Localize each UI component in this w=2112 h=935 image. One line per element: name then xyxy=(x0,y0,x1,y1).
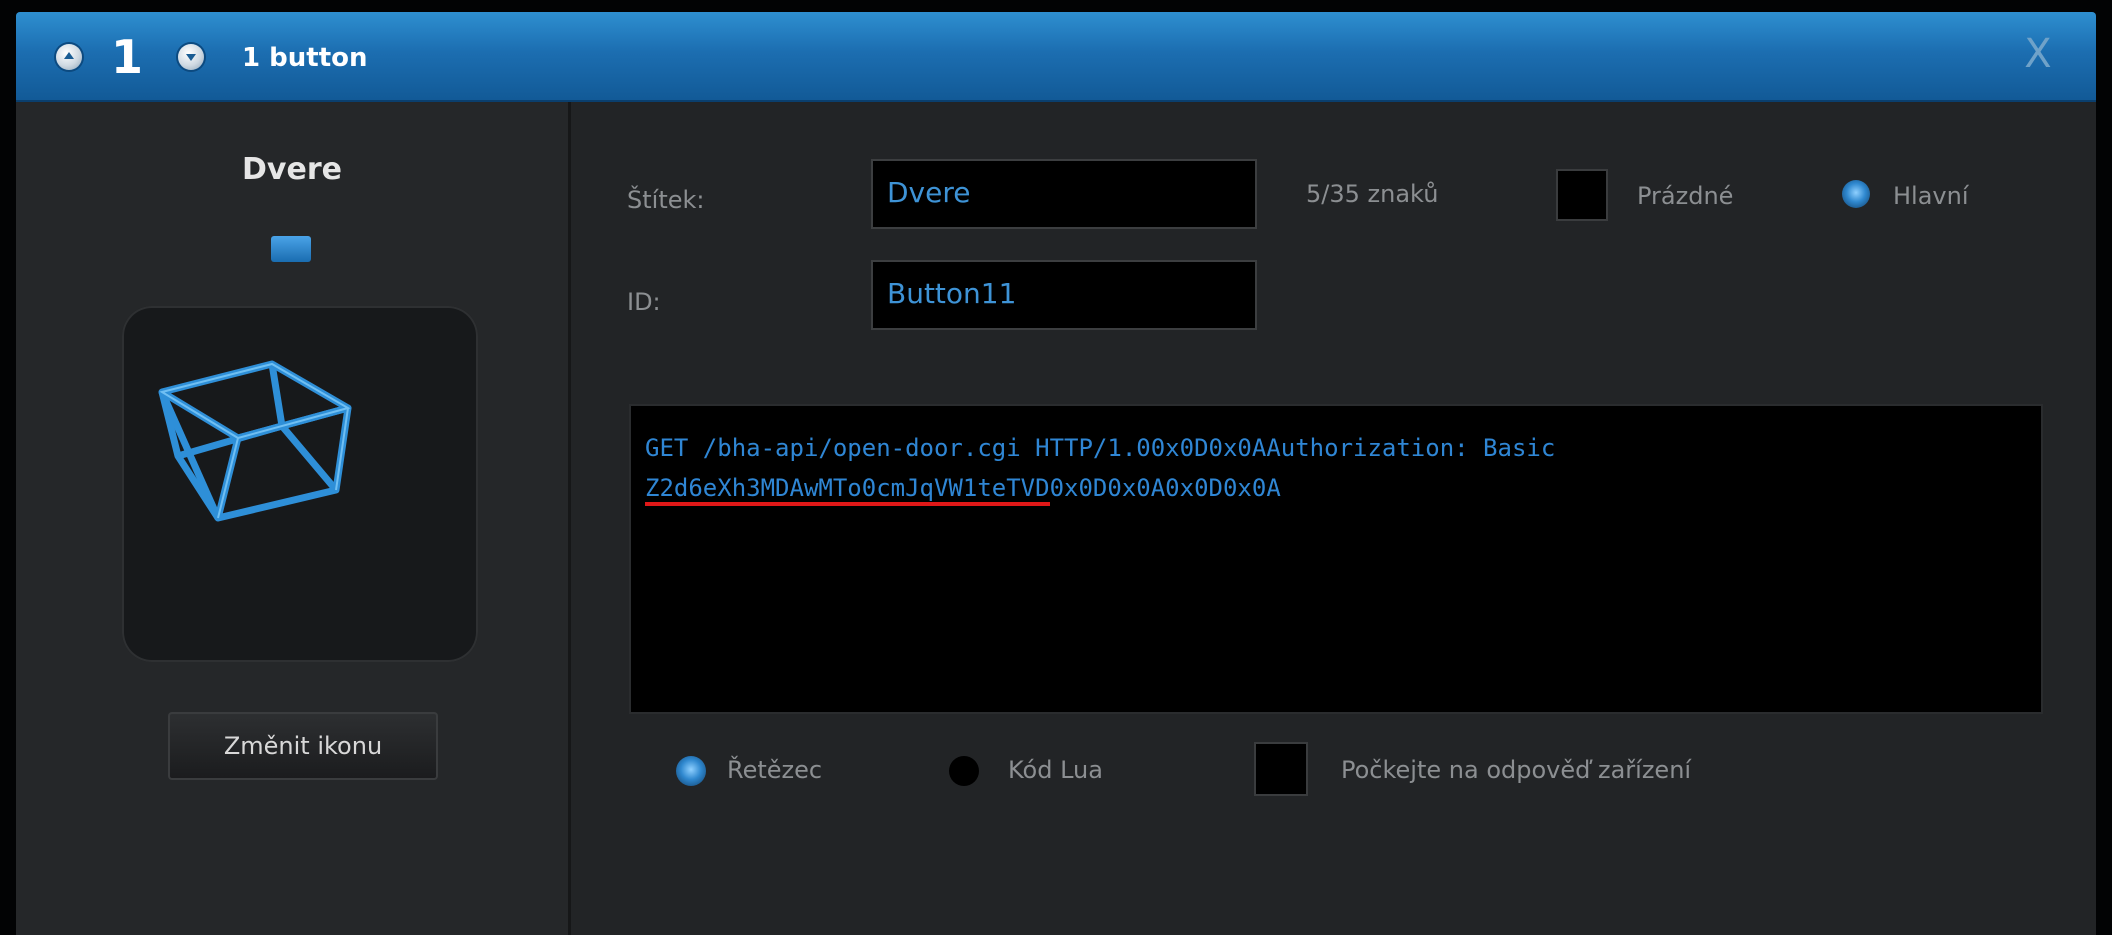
icon-preview xyxy=(122,306,478,662)
char-counter: 5/35 znaků xyxy=(1306,180,1439,208)
id-caption: ID: xyxy=(627,288,661,316)
arrow-up-icon[interactable] xyxy=(56,44,82,70)
cube-icon xyxy=(158,360,352,522)
button-index: 1 xyxy=(111,30,144,84)
auth-token-highlight: Z2d6eXh3MDAwMTo0cmJqVW1teTVD xyxy=(645,474,1050,506)
lua-mode-label: Kód Lua xyxy=(1008,756,1103,784)
label-caption: Štítek: xyxy=(627,186,705,214)
empty-checkbox[interactable] xyxy=(1556,169,1608,221)
id-input[interactable]: Button11 xyxy=(871,260,1257,330)
lua-mode-radio[interactable] xyxy=(949,756,979,786)
title-bar: 1 1 button X xyxy=(16,12,2096,102)
command-line: GET /bha-api/open-door.cgi HTTP/1.00x0D0… xyxy=(645,434,1556,462)
settings-panel: Štítek: Dvere 5/35 znaků Prázdné Hlavní … xyxy=(571,102,2096,935)
arrow-down-icon[interactable] xyxy=(178,44,204,70)
string-mode-radio[interactable] xyxy=(676,756,706,786)
window-title: 1 button xyxy=(242,43,368,73)
device-name: Dvere xyxy=(242,152,342,187)
empty-label: Prázdné xyxy=(1637,182,1734,210)
close-icon[interactable]: X xyxy=(2018,34,2058,74)
icon-panel: Dvere Změnit ikonu xyxy=(16,102,571,935)
command-line: Z2d6eXh3MDAwMTo0cmJqVW1teTVD0x0D0x0A0x0D… xyxy=(645,468,2027,508)
wait-response-checkbox[interactable] xyxy=(1254,742,1308,796)
command-line-rest: 0x0D0x0A0x0D0x0A xyxy=(1049,474,1281,502)
wait-response-label: Počkejte na odpověď zařízení xyxy=(1341,756,1692,784)
status-indicator xyxy=(271,236,311,262)
string-mode-label: Řetězec xyxy=(727,756,823,784)
main-radio[interactable] xyxy=(1842,180,1870,208)
change-icon-button[interactable]: Změnit ikonu xyxy=(168,712,438,780)
label-input[interactable]: Dvere xyxy=(871,159,1257,229)
command-textarea[interactable]: GET /bha-api/open-door.cgi HTTP/1.00x0D0… xyxy=(629,404,2043,714)
main-label: Hlavní xyxy=(1893,182,1969,210)
dialog-window: 1 1 button X Dvere Změnit ikonu Štítek: … xyxy=(16,12,2096,935)
